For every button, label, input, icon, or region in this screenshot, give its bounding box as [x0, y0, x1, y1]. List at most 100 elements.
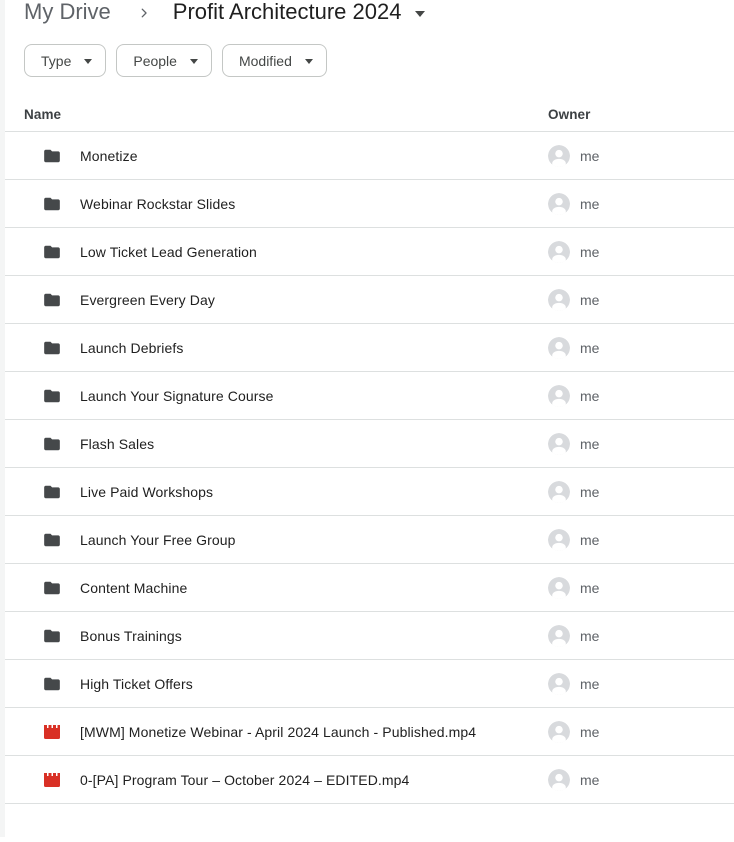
table-row[interactable]: High Ticket Offers me — [0, 660, 734, 708]
file-name: [MWM] Monetize Webinar - April 2024 Laun… — [80, 724, 476, 740]
chevron-right-icon — [137, 6, 151, 20]
file-name-cell: Launch Your Signature Course — [24, 386, 548, 406]
owner-cell: me — [548, 721, 734, 743]
file-name: Bonus Trainings — [80, 628, 182, 644]
caret-down-icon — [190, 59, 198, 64]
owner-label: me — [580, 340, 599, 356]
table-row[interactable]: Live Paid Workshops me — [0, 468, 734, 516]
owner-cell: me — [548, 577, 734, 599]
table-row[interactable]: Launch Debriefs me — [0, 324, 734, 372]
folder-icon — [42, 482, 62, 502]
table-row[interactable]: Low Ticket Lead Generation me — [0, 228, 734, 276]
user-avatar-icon — [548, 145, 570, 167]
folder-icon — [42, 242, 62, 262]
table-row[interactable]: Bonus Trainings me — [0, 612, 734, 660]
user-avatar-icon — [548, 289, 570, 311]
file-name-cell: Launch Debriefs — [24, 338, 548, 358]
owner-label: me — [580, 388, 599, 404]
file-name: Launch Your Free Group — [80, 532, 236, 548]
breadcrumb-current-folder[interactable]: Profit Architecture 2024 — [173, 0, 426, 25]
user-avatar-icon — [548, 385, 570, 407]
owner-cell: me — [548, 769, 734, 791]
file-name: Flash Sales — [80, 436, 154, 452]
folder-icon — [42, 386, 62, 406]
folder-icon — [42, 146, 62, 166]
user-avatar-icon — [548, 481, 570, 503]
video-icon — [42, 722, 62, 742]
file-name-cell: Monetize — [24, 146, 548, 166]
owner-label: me — [580, 772, 599, 788]
list-header: Name Owner — [0, 77, 734, 132]
table-row[interactable]: Webinar Rockstar Slides me — [0, 180, 734, 228]
filter-chip-label: Modified — [239, 53, 292, 69]
filter-chip-people[interactable]: People — [116, 44, 212, 77]
page-title: Profit Architecture 2024 — [173, 0, 402, 25]
table-row[interactable]: Evergreen Every Day me — [0, 276, 734, 324]
owner-label: me — [580, 676, 599, 692]
filter-bar: Type People Modified — [0, 44, 734, 77]
owner-cell: me — [548, 625, 734, 647]
folder-icon — [42, 530, 62, 550]
file-name: Live Paid Workshops — [80, 484, 213, 500]
caret-down-icon — [84, 59, 92, 64]
table-row[interactable]: [MWM] Monetize Webinar - April 2024 Laun… — [0, 708, 734, 756]
file-name-cell: Webinar Rockstar Slides — [24, 194, 548, 214]
filter-chip-label: People — [133, 53, 177, 69]
owner-cell: me — [548, 433, 734, 455]
file-name: Monetize — [80, 148, 138, 164]
owner-cell: me — [548, 289, 734, 311]
column-header-name[interactable]: Name — [24, 107, 548, 122]
table-row[interactable]: Launch Your Signature Course me — [0, 372, 734, 420]
owner-cell: me — [548, 673, 734, 695]
folder-icon — [42, 194, 62, 214]
folder-icon — [42, 290, 62, 310]
user-avatar-icon — [548, 769, 570, 791]
owner-cell: me — [548, 145, 734, 167]
page-edge-strip — [0, 0, 5, 837]
folder-icon — [42, 338, 62, 358]
filter-chip-type[interactable]: Type — [24, 44, 106, 77]
folder-icon — [42, 578, 62, 598]
folder-icon — [42, 674, 62, 694]
file-name: Launch Debriefs — [80, 340, 183, 356]
user-avatar-icon — [548, 673, 570, 695]
owner-label: me — [580, 436, 599, 452]
file-name: Evergreen Every Day — [80, 292, 215, 308]
file-name: Launch Your Signature Course — [80, 388, 274, 404]
file-name-cell: 0-[PA] Program Tour – October 2024 – EDI… — [24, 770, 548, 790]
breadcrumb-my-drive[interactable]: My Drive — [24, 0, 111, 25]
file-name: 0-[PA] Program Tour – October 2024 – EDI… — [80, 772, 409, 788]
user-avatar-icon — [548, 529, 570, 551]
column-header-owner[interactable]: Owner — [548, 107, 734, 122]
caret-down-icon — [305, 59, 313, 64]
table-row[interactable]: Launch Your Free Group me — [0, 516, 734, 564]
drive-file-browser: My Drive Profit Architecture 2024 Type P… — [0, 0, 734, 837]
owner-cell: me — [548, 337, 734, 359]
filter-chip-label: Type — [41, 53, 71, 69]
file-name-cell: Launch Your Free Group — [24, 530, 548, 550]
file-name: Webinar Rockstar Slides — [80, 196, 235, 212]
file-name: Content Machine — [80, 580, 187, 596]
file-name-cell: Low Ticket Lead Generation — [24, 242, 548, 262]
user-avatar-icon — [548, 241, 570, 263]
owner-label: me — [580, 628, 599, 644]
owner-label: me — [580, 244, 599, 260]
owner-cell: me — [548, 241, 734, 263]
folder-icon — [42, 434, 62, 454]
owner-label: me — [580, 532, 599, 548]
file-list: Monetize me Webinar Rockst — [0, 132, 734, 804]
user-avatar-icon — [548, 721, 570, 743]
table-row[interactable]: Monetize me — [0, 132, 734, 180]
owner-label: me — [580, 196, 599, 212]
user-avatar-icon — [548, 193, 570, 215]
table-row[interactable]: Content Machine me — [0, 564, 734, 612]
table-row[interactable]: Flash Sales me — [0, 420, 734, 468]
owner-label: me — [580, 148, 599, 164]
file-name: Low Ticket Lead Generation — [80, 244, 257, 260]
file-name-cell: Evergreen Every Day — [24, 290, 548, 310]
filter-chip-modified[interactable]: Modified — [222, 44, 327, 77]
owner-label: me — [580, 580, 599, 596]
folder-icon — [42, 626, 62, 646]
breadcrumb: My Drive Profit Architecture 2024 — [0, 0, 734, 29]
table-row[interactable]: 0-[PA] Program Tour – October 2024 – EDI… — [0, 756, 734, 804]
